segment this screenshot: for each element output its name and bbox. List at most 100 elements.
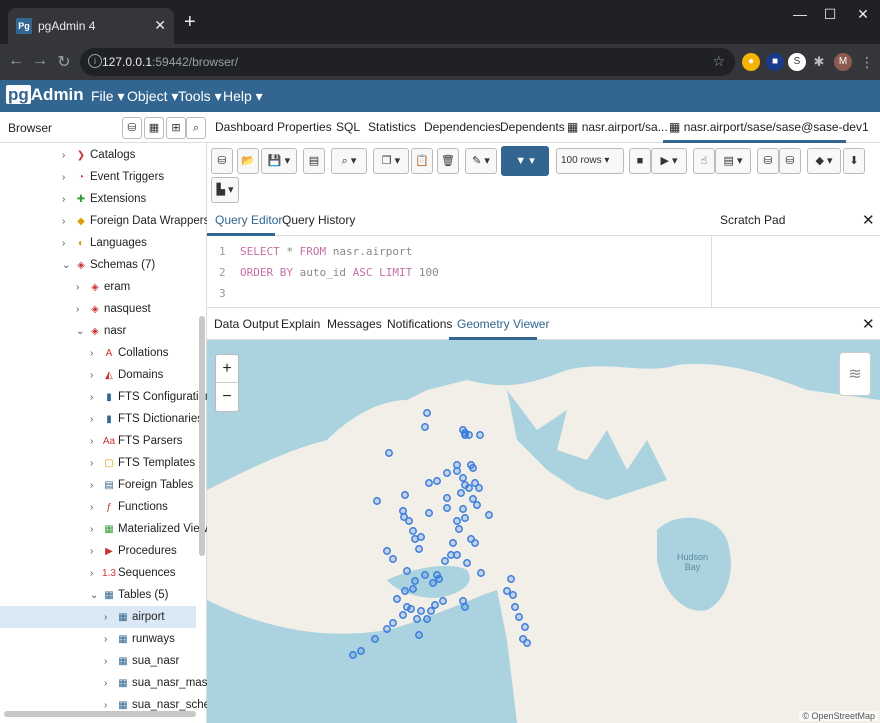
airport-marker[interactable] bbox=[443, 504, 451, 512]
airport-marker[interactable] bbox=[357, 647, 365, 655]
airport-marker[interactable] bbox=[449, 539, 457, 547]
chevron-icon[interactable]: › bbox=[62, 211, 74, 233]
tree-item-fts-dictionaries[interactable]: › ▮ FTS Dictionaries bbox=[90, 408, 203, 430]
airport-marker[interactable] bbox=[443, 469, 451, 477]
tree-item-domains[interactable]: › ◭ Domains bbox=[90, 364, 163, 386]
airport-marker[interactable] bbox=[459, 474, 467, 482]
airport-marker[interactable] bbox=[403, 603, 411, 611]
map-attribution[interactable]: © OpenStreetMap bbox=[799, 711, 878, 721]
tree-item-materialized-views[interactable]: › ▦ Materialized Views bbox=[90, 518, 214, 540]
tree-item-extensions[interactable]: › ✚ Extensions bbox=[62, 188, 146, 210]
tab-dependencies[interactable]: Dependencies bbox=[424, 120, 501, 134]
chevron-icon[interactable]: › bbox=[90, 541, 102, 563]
airport-marker[interactable] bbox=[399, 611, 407, 619]
airport-marker[interactable] bbox=[471, 539, 479, 547]
airport-marker[interactable] bbox=[421, 423, 429, 431]
profile-avatar[interactable]: M bbox=[834, 53, 852, 71]
airport-marker[interactable] bbox=[383, 547, 391, 555]
tree-item-sua-nasr[interactable]: › ▦ sua_nasr bbox=[104, 650, 179, 672]
tab-data-output[interactable]: Data Output bbox=[214, 317, 279, 331]
site-info-icon[interactable]: i bbox=[88, 54, 102, 68]
airport-marker[interactable] bbox=[415, 545, 423, 553]
zoom-in-button[interactable]: + bbox=[216, 355, 238, 383]
tab-query-tool-2[interactable]: ▦ nasr.airport/sase/sase@sase-dev1 bbox=[669, 120, 869, 134]
chevron-icon[interactable]: › bbox=[62, 189, 74, 211]
airport-marker[interactable] bbox=[461, 431, 469, 439]
airport-marker[interactable] bbox=[373, 497, 381, 505]
close-output-icon[interactable]: ✕ bbox=[862, 315, 875, 333]
tab-query-history[interactable]: Query History bbox=[282, 213, 355, 227]
airport-marker[interactable] bbox=[413, 615, 421, 623]
reload-icon[interactable]: ↻ bbox=[54, 52, 74, 72]
tree-item-procedures[interactable]: › ▶ Procedures bbox=[90, 540, 177, 562]
tree-horizontal-scrollbar[interactable] bbox=[4, 711, 196, 717]
airport-marker[interactable] bbox=[465, 484, 473, 492]
airport-marker[interactable] bbox=[453, 551, 461, 559]
airport-marker[interactable] bbox=[401, 587, 409, 595]
tree-item-event-triggers[interactable]: › ◔ Event Triggers bbox=[62, 166, 164, 188]
tree-item-schemas-7[interactable]: ⌄ ◈ Schemas (7) bbox=[62, 254, 155, 276]
chevron-icon[interactable]: › bbox=[90, 409, 102, 431]
tree-item-catalogs[interactable]: › ❯ Catalogs bbox=[62, 144, 135, 166]
tree-item-fts-templates[interactable]: › ▢ FTS Templates bbox=[90, 452, 195, 474]
tab-query-editor[interactable]: Query Editor bbox=[215, 213, 282, 227]
edit-icon[interactable]: ✎ ▾ bbox=[465, 148, 497, 174]
tree-item-airport[interactable]: › ▦ airport bbox=[0, 606, 196, 628]
airport-marker[interactable] bbox=[477, 569, 485, 577]
airport-marker[interactable] bbox=[401, 491, 409, 499]
puzzle-icon[interactable]: ✱ bbox=[810, 53, 828, 71]
tab-notifications[interactable]: Notifications bbox=[387, 317, 452, 331]
find-icon[interactable]: ⌕ ▾ bbox=[331, 148, 367, 174]
airport-marker[interactable] bbox=[463, 559, 471, 567]
menu-file[interactable]: File ▾ bbox=[91, 88, 124, 105]
sql-editor[interactable]: 1 SELECT * FROM nasr.airport 2 ORDER BY … bbox=[207, 236, 712, 307]
chevron-icon[interactable]: › bbox=[90, 519, 102, 541]
chevron-icon[interactable]: › bbox=[104, 607, 116, 629]
airport-marker[interactable] bbox=[415, 631, 423, 639]
chevron-icon[interactable]: › bbox=[90, 497, 102, 519]
chevron-icon[interactable]: ⌄ bbox=[90, 585, 102, 607]
url-bar[interactable]: i 127.0.0.1:59442/browser/ ☆ bbox=[80, 48, 735, 76]
explain-analyze-icon[interactable]: ▤ ▾ bbox=[715, 148, 751, 174]
airport-marker[interactable] bbox=[439, 597, 447, 605]
execute-icon[interactable]: ▶ ▾ bbox=[651, 148, 687, 174]
chevron-icon[interactable]: › bbox=[90, 563, 102, 585]
airport-marker[interactable] bbox=[429, 579, 437, 587]
forward-arrow-icon[interactable]: → bbox=[30, 52, 50, 70]
airport-marker[interactable] bbox=[423, 615, 431, 623]
tree-item-foreign-data-wrappers[interactable]: › ◆ Foreign Data Wrappers bbox=[62, 210, 209, 232]
rollback-icon[interactable]: ⛁ bbox=[779, 148, 801, 174]
airport-marker[interactable] bbox=[417, 533, 425, 541]
chevron-icon[interactable]: › bbox=[104, 651, 116, 673]
clear-icon[interactable]: ◆ ▾ bbox=[807, 148, 841, 174]
close-scratch-icon[interactable]: ✕ bbox=[862, 211, 875, 229]
chevron-icon[interactable]: › bbox=[90, 365, 102, 387]
tab-statistics[interactable]: Statistics bbox=[368, 120, 416, 134]
db-icon[interactable]: ⛁ bbox=[122, 117, 142, 139]
minimize-button[interactable]: — bbox=[785, 6, 815, 22]
airport-marker[interactable] bbox=[409, 585, 417, 593]
layers-icon[interactable]: ≋ bbox=[839, 352, 871, 396]
airport-marker[interactable] bbox=[349, 651, 357, 659]
airport-marker[interactable] bbox=[385, 449, 393, 457]
airport-marker[interactable] bbox=[469, 464, 477, 472]
search-icon[interactable]: ⌕ bbox=[186, 117, 206, 139]
tab-dependents[interactable]: Dependents bbox=[500, 120, 565, 134]
explain-icon[interactable]: ☝ bbox=[693, 148, 715, 174]
airport-marker[interactable] bbox=[433, 571, 441, 579]
tab-explain[interactable]: Explain bbox=[281, 317, 320, 331]
airport-marker[interactable] bbox=[515, 613, 523, 621]
zoom-out-button[interactable]: − bbox=[216, 383, 238, 411]
filter-table-icon[interactable]: ⊞ bbox=[166, 117, 186, 139]
airport-marker[interactable] bbox=[441, 557, 449, 565]
airport-marker[interactable] bbox=[400, 513, 408, 521]
tree-item-fts-parsers[interactable]: › Aa FTS Parsers bbox=[90, 430, 183, 452]
airport-marker[interactable] bbox=[473, 501, 481, 509]
chevron-icon[interactable]: › bbox=[62, 167, 74, 189]
open-file-icon[interactable]: 📂 bbox=[237, 148, 259, 174]
airport-marker[interactable] bbox=[461, 514, 469, 522]
chevron-icon[interactable]: › bbox=[90, 387, 102, 409]
airport-marker[interactable] bbox=[393, 595, 401, 603]
airport-marker[interactable] bbox=[523, 639, 531, 647]
menu-object[interactable]: Object ▾ bbox=[127, 88, 178, 105]
